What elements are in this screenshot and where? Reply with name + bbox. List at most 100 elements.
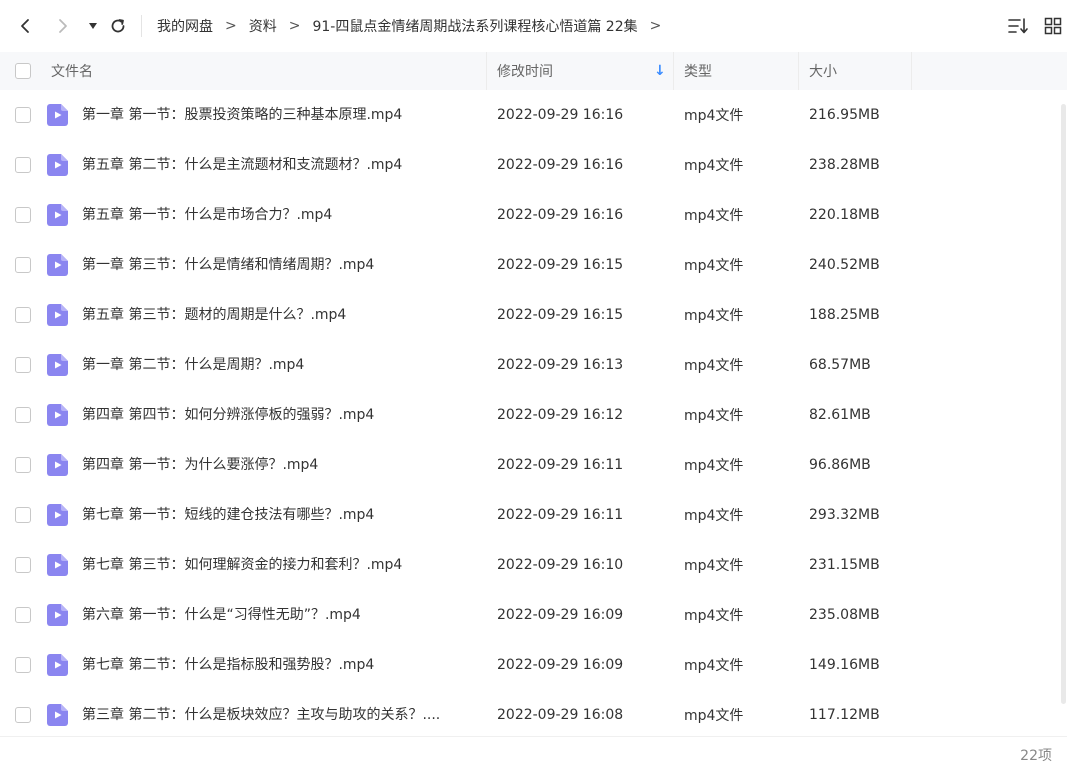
row-checkbox[interactable] — [15, 107, 31, 123]
file-name[interactable]: 第六章 第一节：什么是“习得性无助”？.mp4 — [82, 590, 472, 640]
file-name[interactable]: 第三章 第二节：什么是板块效应？主攻与助攻的关系？.... — [82, 690, 472, 740]
file-name[interactable]: 第七章 第一节：短线的建仓技法有哪些？.mp4 — [82, 490, 472, 540]
file-size: 96.86MB — [809, 457, 871, 473]
column-header-size[interactable]: 大小 — [809, 52, 837, 90]
file-row[interactable]: 第七章 第一节：短线的建仓技法有哪些？.mp4 2022-09-29 16:11… — [0, 490, 1067, 540]
file-name[interactable]: 第四章 第四节：如何分辨涨停板的强弱？.mp4 — [82, 390, 472, 440]
file-type: mp4文件 — [684, 408, 744, 424]
view-mode-button[interactable] — [1041, 14, 1065, 38]
file-modified-time: 2022-09-29 16:15 — [497, 257, 624, 273]
file-name[interactable]: 第七章 第二节：什么是指标股和强势股？.mp4 — [82, 640, 472, 690]
file-size: 82.61MB — [809, 407, 871, 423]
column-header-time[interactable]: 修改时间 — [497, 52, 553, 90]
file-list-header: 文件名 修改时间 ↓ 类型 大小 — [0, 52, 1067, 90]
file-row[interactable]: 第五章 第一节：什么是市场合力？.mp4 2022-09-29 16:16 mp… — [0, 190, 1067, 240]
column-divider[interactable] — [911, 52, 912, 90]
row-checkbox[interactable] — [15, 707, 31, 723]
breadcrumb-item-root[interactable]: 我的网盘 — [157, 16, 213, 36]
sort-button[interactable] — [1006, 14, 1030, 38]
column-divider[interactable] — [798, 52, 799, 90]
row-checkbox[interactable] — [15, 257, 31, 273]
row-checkbox[interactable] — [15, 457, 31, 473]
file-name[interactable]: 第七章 第三节：如何理解资金的接力和套利？.mp4 — [82, 540, 472, 590]
file-name[interactable]: 第五章 第三节：题材的周期是什么？.mp4 — [82, 290, 472, 340]
file-name[interactable]: 第四章 第一节：为什么要涨停？.mp4 — [82, 440, 472, 490]
file-modified-time: 2022-09-29 16:08 — [497, 707, 624, 723]
file-modified-time: 2022-09-29 16:12 — [497, 407, 624, 423]
file-row[interactable]: 第三章 第二节：什么是板块效应？主攻与助攻的关系？.... 2022-09-29… — [0, 690, 1067, 740]
file-row[interactable]: 第一章 第三节：什么是情绪和情绪周期？.mp4 2022-09-29 16:15… — [0, 240, 1067, 290]
file-row[interactable]: 第一章 第二节：什么是周期？.mp4 2022-09-29 16:13 mp4文… — [0, 340, 1067, 390]
video-file-icon — [47, 354, 68, 376]
breadcrumb-separator: > — [649, 18, 662, 34]
back-button[interactable] — [13, 14, 37, 38]
status-bar: 22项 — [0, 736, 1067, 770]
grid-view-icon — [1044, 17, 1062, 35]
video-file-icon — [47, 454, 68, 476]
file-modified-time: 2022-09-29 16:16 — [497, 157, 624, 173]
file-type: mp4文件 — [684, 108, 744, 124]
video-file-icon — [47, 254, 68, 276]
triangle-down-icon — [89, 23, 97, 29]
file-size: 188.25MB — [809, 307, 880, 323]
file-name[interactable]: 第一章 第一节：股票投资策略的三种基本原理.mp4 — [82, 90, 472, 140]
file-row[interactable]: 第七章 第三节：如何理解资金的接力和套利？.mp4 2022-09-29 16:… — [0, 540, 1067, 590]
file-row[interactable]: 第四章 第四节：如何分辨涨停板的强弱？.mp4 2022-09-29 16:12… — [0, 390, 1067, 440]
file-list: 第一章 第一节：股票投资策略的三种基本原理.mp4 2022-09-29 16:… — [0, 90, 1067, 740]
file-size: 216.95MB — [809, 107, 880, 123]
breadcrumb: 我的网盘 > 资料 > 91-四鼠点金情绪周期战法系列课程核心悟道篇 22集 > — [157, 15, 673, 37]
file-size: 240.52MB — [809, 257, 880, 273]
refresh-button[interactable] — [106, 14, 130, 38]
select-all-checkbox[interactable] — [15, 63, 31, 79]
file-row[interactable]: 第一章 第一节：股票投资策略的三种基本原理.mp4 2022-09-29 16:… — [0, 90, 1067, 140]
row-checkbox[interactable] — [15, 357, 31, 373]
file-row[interactable]: 第四章 第一节：为什么要涨停？.mp4 2022-09-29 16:11 mp4… — [0, 440, 1067, 490]
column-header-type[interactable]: 类型 — [684, 52, 712, 90]
row-checkbox[interactable] — [15, 407, 31, 423]
file-type: mp4文件 — [684, 558, 744, 574]
file-modified-time: 2022-09-29 16:09 — [497, 657, 624, 673]
toolbar-divider — [141, 15, 142, 37]
row-checkbox[interactable] — [15, 657, 31, 673]
video-file-icon — [47, 154, 68, 176]
file-name[interactable]: 第一章 第二节：什么是周期？.mp4 — [82, 340, 472, 390]
file-name[interactable]: 第五章 第二节：什么是主流题材和支流题材？.mp4 — [82, 140, 472, 190]
file-name[interactable]: 第五章 第一节：什么是市场合力？.mp4 — [82, 190, 472, 240]
file-type: mp4文件 — [684, 258, 744, 274]
chevron-left-icon — [21, 19, 29, 33]
video-file-icon — [47, 604, 68, 626]
file-row[interactable]: 第六章 第一节：什么是“习得性无助”？.mp4 2022-09-29 16:09… — [0, 590, 1067, 640]
toolbar: 我的网盘 > 资料 > 91-四鼠点金情绪周期战法系列课程核心悟道篇 22集 > — [0, 0, 1067, 52]
file-modified-time: 2022-09-29 16:15 — [497, 307, 624, 323]
file-row[interactable]: 第七章 第二节：什么是指标股和强势股？.mp4 2022-09-29 16:09… — [0, 640, 1067, 690]
row-checkbox[interactable] — [15, 157, 31, 173]
row-checkbox[interactable] — [15, 607, 31, 623]
file-modified-time: 2022-09-29 16:13 — [497, 357, 624, 373]
file-type: mp4文件 — [684, 458, 744, 474]
file-modified-time: 2022-09-29 16:10 — [497, 557, 624, 573]
row-checkbox[interactable] — [15, 307, 31, 323]
sort-icon — [1008, 18, 1028, 34]
history-dropdown-button[interactable] — [81, 14, 105, 38]
column-divider[interactable] — [486, 52, 487, 90]
breadcrumb-item-current-folder[interactable]: 91-四鼠点金情绪周期战法系列课程核心悟道篇 22集 — [312, 16, 637, 36]
breadcrumb-item-materials[interactable]: 资料 — [249, 16, 277, 36]
file-name[interactable]: 第一章 第三节：什么是情绪和情绪周期？.mp4 — [82, 240, 472, 290]
column-divider[interactable] — [673, 52, 674, 90]
video-file-icon — [47, 404, 68, 426]
row-checkbox[interactable] — [15, 207, 31, 223]
forward-button[interactable] — [51, 14, 75, 38]
column-header-name[interactable]: 文件名 — [51, 52, 93, 90]
sort-desc-icon[interactable]: ↓ — [654, 52, 666, 90]
file-type: mp4文件 — [684, 508, 744, 524]
item-count: 22项 — [1020, 748, 1052, 764]
row-checkbox[interactable] — [15, 557, 31, 573]
file-type: mp4文件 — [684, 658, 744, 674]
file-row[interactable]: 第五章 第二节：什么是主流题材和支流题材？.mp4 2022-09-29 16:… — [0, 140, 1067, 190]
video-file-icon — [47, 104, 68, 126]
file-modified-time: 2022-09-29 16:16 — [497, 207, 624, 223]
file-type: mp4文件 — [684, 308, 744, 324]
file-row[interactable]: 第五章 第三节：题材的周期是什么？.mp4 2022-09-29 16:15 m… — [0, 290, 1067, 340]
row-checkbox[interactable] — [15, 507, 31, 523]
vertical-scrollbar[interactable] — [1061, 104, 1066, 704]
